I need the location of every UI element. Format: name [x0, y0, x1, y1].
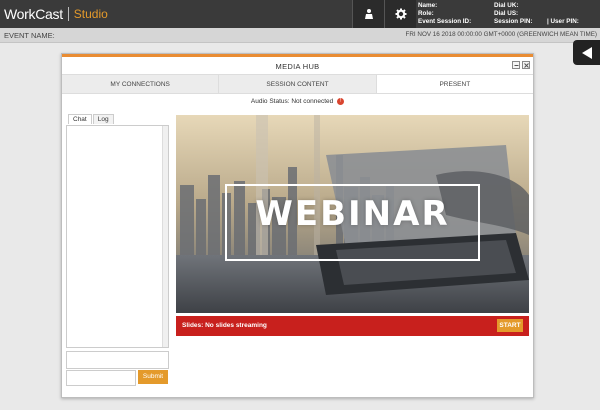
event-name-label: EVENT NAME:: [4, 31, 55, 40]
name-label: Name:: [418, 2, 438, 9]
event-session-id-label: Event Session ID:: [418, 18, 472, 25]
session-info-left: Name: Role: Event Session ID:: [418, 2, 471, 26]
slide-title-overlay: WEBINAR: [176, 115, 529, 313]
brand-name: WorkCast: [4, 6, 63, 22]
tab-my-connections[interactable]: MY CONNECTIONS: [62, 75, 220, 93]
arrow-left-icon: [581, 46, 592, 59]
user-pin-label: | User PIN:: [547, 18, 579, 25]
presenter-button[interactable]: [352, 0, 384, 28]
audio-status-text: Audio Status: Not connected: [250, 98, 334, 106]
window-controls: [512, 61, 530, 69]
panel-title: MEDIA HUB: [275, 62, 320, 71]
brand-product: Studio: [73, 7, 108, 21]
event-bar: EVENT NAME: FRI NOV 16 2018 00:00:00 GMT…: [0, 28, 600, 43]
event-date: FRI NOV 16 2018 00:00:00 GMT+0000 (GREEN…: [405, 31, 597, 38]
panel-accent-bar: [62, 54, 533, 57]
chat-tabs: Chat Log: [68, 114, 115, 124]
panel-tabs: MY CONNECTIONS SESSION CONTENT PRESENT: [62, 74, 533, 94]
slide-preview: WEBINAR: [176, 115, 529, 313]
chat-scrollbar[interactable]: [162, 126, 168, 347]
submit-button[interactable]: Submit: [138, 370, 168, 384]
audio-warning-icon[interactable]: !: [337, 98, 345, 105]
settings-button[interactable]: [384, 0, 416, 28]
tab-present[interactable]: PRESENT: [376, 75, 533, 93]
session-pin-label: Session PIN:: [494, 18, 533, 25]
chat-messages[interactable]: [66, 125, 169, 348]
close-icon: [523, 62, 529, 68]
presenter-icon: [364, 9, 373, 19]
top-bar: WorkCast Studio Name: Role: Event Sessio…: [0, 0, 600, 28]
start-button[interactable]: START: [497, 319, 523, 332]
brand-logo: WorkCast Studio: [4, 6, 108, 22]
gear-icon: [395, 8, 406, 20]
dial-us-label: Dial US:: [494, 10, 519, 17]
media-hub-panel: MEDIA HUB MY CONNECTIONS SESSION CONTENT…: [61, 53, 534, 398]
chat-name-input[interactable]: [66, 370, 136, 386]
close-button[interactable]: [522, 61, 530, 69]
slides-status-bar: Slides: No slides streaming START: [176, 316, 529, 336]
minimize-icon: [514, 64, 518, 66]
audio-status: Audio Status: Not connected !: [62, 98, 533, 105]
slide-title: WEBINAR: [255, 194, 450, 234]
tab-log[interactable]: Log: [92, 114, 114, 124]
chat-message-input[interactable]: [66, 351, 169, 369]
collapse-panel-button[interactable]: [573, 40, 600, 65]
session-info-right: Dial UK: Dial US: Session PIN:: [494, 2, 533, 26]
brand-divider: [67, 7, 69, 21]
role-label: Role:: [418, 10, 434, 17]
slides-status-text: Slides: No slides streaming: [182, 322, 267, 329]
dial-uk-label: Dial UK:: [494, 2, 519, 9]
tab-session-content[interactable]: SESSION CONTENT: [219, 75, 377, 93]
tab-chat[interactable]: Chat: [68, 114, 92, 124]
minimize-button[interactable]: [512, 61, 520, 69]
